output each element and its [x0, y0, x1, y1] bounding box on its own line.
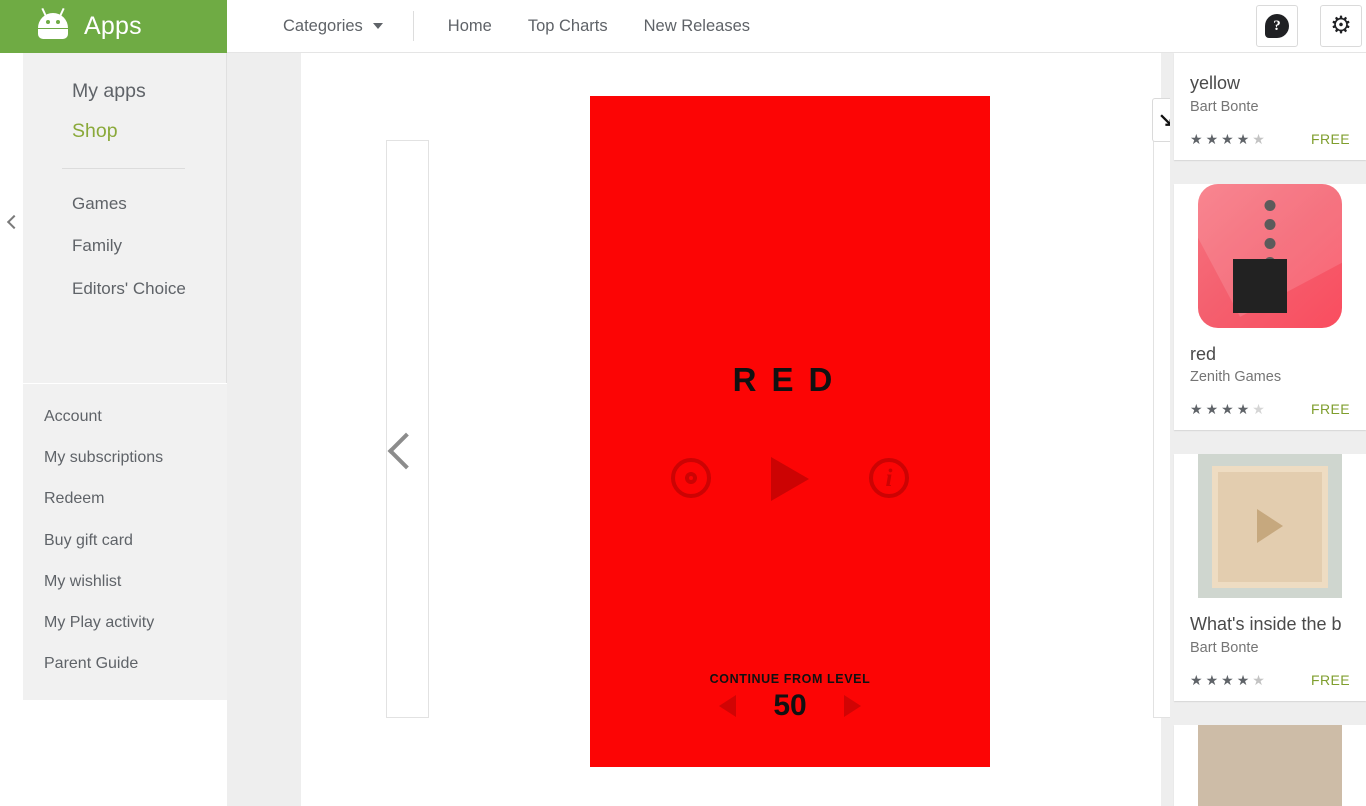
categories-dropdown[interactable]: Categories [227, 11, 414, 41]
sidebar-item-parent-guide[interactable]: Parent Guide [23, 643, 227, 684]
sidebar-item-editors-choice[interactable]: Editors' Choice [23, 268, 226, 311]
settings-button[interactable]: ⚙ [1320, 5, 1362, 47]
level-increase-icon [844, 695, 861, 717]
app-card[interactable]: What's inside the b Bart Bonte ★ ★ ★ ★ ★ FRE… [1174, 454, 1366, 701]
app-card[interactable]: yellow Bart Bonte ★ ★ ★ ★ ★ FREE [1174, 53, 1366, 160]
red-square-icon [1198, 183, 1342, 328]
nav-home[interactable]: Home [448, 17, 492, 36]
play-store-page: Apps Categories Home Top Charts New Rele… [0, 0, 1366, 806]
brand-block[interactable]: Apps [0, 0, 227, 53]
help-icon: ? [1265, 14, 1289, 38]
sidebar-collapse-button[interactable] [4, 208, 24, 236]
level-value: 50 [773, 689, 807, 722]
left-sidebar: My apps Shop Games Family Editors' Choic… [0, 53, 227, 701]
screenshot-icon-row: i [590, 457, 990, 501]
app-card[interactable] [1174, 724, 1366, 806]
sidebar-item-redeem[interactable]: Redeem [23, 478, 227, 519]
chevron-down-icon [372, 23, 383, 29]
rating-stars: ★ ★ ★ ★ ★ [1190, 671, 1265, 688]
nav-top-charts[interactable]: Top Charts [528, 17, 608, 36]
sidebar-item-my-wishlist[interactable]: My wishlist [23, 561, 227, 602]
rating-stars: ★ ★ ★ ★ ★ [1190, 130, 1265, 147]
wooden-box-icon [1198, 454, 1342, 599]
categories-label: Categories [283, 16, 363, 35]
previous-screenshot-button[interactable] [376, 416, 436, 486]
app-price: FREE [1311, 671, 1350, 688]
sidebar-item-my-play-activity[interactable]: My Play activity [23, 602, 227, 643]
game-screenshot-red[interactable]: RED i CONTINUE FROM LEVEL 50 [590, 96, 990, 767]
app-developer: Zenith Games [1190, 369, 1282, 386]
chevron-left-icon [6, 214, 22, 230]
sidebar-item-shop[interactable]: Shop [23, 111, 226, 151]
screenshot-continue-block: CONTINUE FROM LEVEL 50 [590, 672, 990, 723]
screenshot-game-title: RED [732, 361, 848, 398]
level-decrease-icon [719, 695, 736, 717]
continue-from-level-label: CONTINUE FROM LEVEL [709, 672, 871, 686]
nav-links: Home Top Charts New Releases [414, 17, 750, 36]
gear-icon: ⚙ [1330, 12, 1352, 39]
app-title: red [1190, 343, 1217, 364]
sidebar-item-family[interactable]: Family [23, 225, 226, 268]
chevron-left-icon [387, 432, 425, 470]
top-bar-actions: ? ⚙ [1256, 5, 1366, 47]
target-icon [671, 458, 711, 498]
app-developer: Bart Bonte [1190, 639, 1259, 656]
sidebar-top-section: My apps Shop Games Family Editors' Choic… [23, 53, 226, 383]
app-card-footer: ★ ★ ★ ★ ★ FREE [1174, 656, 1366, 701]
android-robot-icon [38, 7, 68, 39]
sidebar-panel: My apps Shop Games Family Editors' Choic… [23, 53, 227, 701]
brand-label: Apps [84, 11, 142, 40]
app-price: FREE [1311, 130, 1350, 147]
sidebar-item-buy-gift-card[interactable]: Buy gift card [23, 520, 227, 561]
similar-apps-rail[interactable]: yellow Bart Bonte ★ ★ ★ ★ ★ FREE red Zenith … [1170, 53, 1366, 806]
rating-stars: ★ ★ ★ ★ ★ [1190, 401, 1265, 418]
help-button[interactable]: ? [1256, 5, 1298, 47]
partial-beige-icon [1198, 724, 1342, 806]
nav-new-releases[interactable]: New Releases [644, 17, 750, 36]
play-icon [771, 457, 809, 501]
sidebar-item-account[interactable]: Account [23, 396, 227, 437]
top-bar: Apps Categories Home Top Charts New Rele… [0, 0, 1366, 53]
sidebar-item-my-apps[interactable]: My apps [23, 71, 226, 111]
app-card-footer: ★ ★ ★ ★ ★ FREE [1174, 115, 1366, 160]
app-title: What's inside the b [1190, 614, 1342, 635]
sidebar-divider [62, 167, 185, 169]
screenshot-viewer-surface: ↘↖ RED i CONTINUE FROM LEVEL 50 [301, 53, 1196, 806]
sidebar-item-my-subscriptions[interactable]: My subscriptions [23, 437, 227, 478]
app-price: FREE [1311, 401, 1350, 418]
info-icon: i [869, 458, 909, 498]
primary-nav: Categories Home Top Charts New Releases [227, 0, 750, 53]
app-card[interactable]: red Zenith Games ★ ★ ★ ★ ★ FREE [1174, 183, 1366, 431]
level-selector: 50 [590, 689, 990, 723]
sidebar-account-section: Account My subscriptions Redeem Buy gift… [23, 383, 227, 701]
app-developer: Bart Bonte [1190, 98, 1259, 115]
app-card-footer: ★ ★ ★ ★ ★ FREE [1174, 385, 1366, 430]
app-title: yellow [1190, 73, 1241, 93]
sidebar-item-games[interactable]: Games [23, 183, 226, 226]
